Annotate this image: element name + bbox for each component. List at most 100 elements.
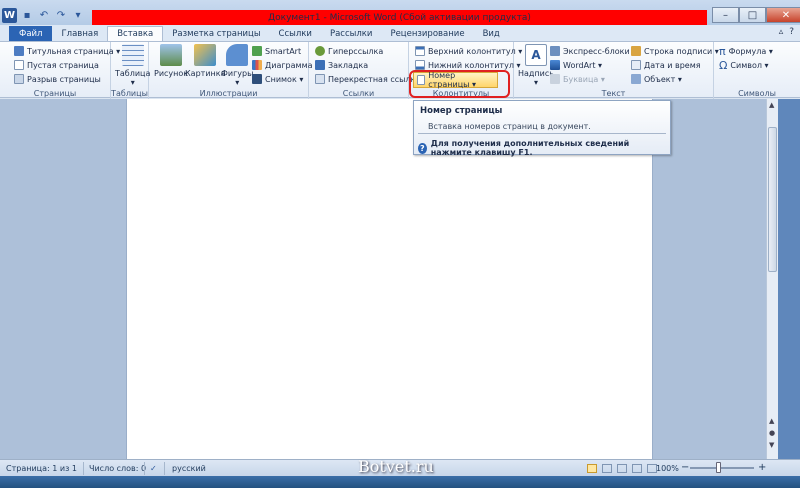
tab-file[interactable]: Файл bbox=[9, 26, 53, 41]
close-button[interactable]: ✕ bbox=[766, 7, 800, 23]
group-symbols-label: Символы bbox=[738, 89, 776, 98]
tab-references[interactable]: Ссылки bbox=[270, 26, 321, 41]
bookmark-button[interactable]: Закладка bbox=[315, 59, 368, 71]
dropcap-button[interactable]: Буквица ▾ bbox=[550, 73, 605, 85]
header-icon bbox=[415, 46, 425, 56]
equation-button[interactable]: π Формула ▾ bbox=[719, 44, 773, 58]
tab-page-layout[interactable]: Разметка страницы bbox=[163, 26, 269, 41]
table-button[interactable]: Таблица ▾ bbox=[115, 44, 150, 87]
picture-button[interactable]: Рисунок bbox=[154, 44, 188, 78]
signature-line-button[interactable]: Строка подписи ▾ bbox=[631, 45, 719, 57]
customize-qat-icon[interactable]: ▾ bbox=[71, 8, 85, 22]
tab-view[interactable]: Вид bbox=[474, 26, 509, 41]
title-bar: W ▪ ↶ ↷ ▾ Документ1 - Microsoft Word (Сб… bbox=[0, 0, 800, 25]
cover-page-button[interactable]: Титульная страница ▾ bbox=[14, 45, 120, 57]
clipart-button[interactable]: Картинка bbox=[185, 44, 225, 78]
textbox-button[interactable]: A Надпись ▾ bbox=[518, 44, 554, 87]
quick-parts-button[interactable]: Экспресс-блоки ▾ bbox=[550, 45, 636, 57]
scroll-thumb[interactable] bbox=[768, 127, 777, 272]
pi-icon: π bbox=[719, 44, 726, 58]
zoom-in-button[interactable]: + bbox=[758, 462, 766, 473]
group-text-label: Текст bbox=[601, 89, 626, 98]
quick-parts-icon bbox=[550, 46, 560, 56]
tab-review[interactable]: Рецензирование bbox=[381, 26, 473, 41]
object-icon bbox=[631, 74, 641, 84]
help-circle-icon: ? bbox=[418, 142, 427, 154]
ribbon-tabs: Файл Главная Вставка Разметка страницы С… bbox=[0, 25, 800, 41]
picture-icon bbox=[160, 44, 183, 66]
redo-icon[interactable]: ↷ bbox=[54, 8, 68, 22]
tooltip-help: ? Для получения дополнительных сведений н… bbox=[418, 139, 670, 157]
web-layout-icon[interactable] bbox=[617, 464, 627, 473]
bookmark-icon bbox=[315, 60, 325, 70]
blank-page-button[interactable]: Пустая страница bbox=[14, 59, 99, 71]
status-divider bbox=[83, 462, 84, 475]
scroll-down-icon[interactable]: ▼ bbox=[769, 441, 774, 449]
cross-reference-button[interactable]: Перекрестная ссылка bbox=[315, 73, 420, 85]
scroll-up-small-icon[interactable]: ▲ bbox=[769, 417, 774, 425]
save-icon[interactable]: ▪ bbox=[20, 8, 34, 22]
hyperlink-button[interactable]: Гиперссылка bbox=[315, 45, 383, 57]
window-title: Документ1 - Microsoft Word (Сбой активац… bbox=[92, 10, 707, 25]
word-logo-icon[interactable]: W bbox=[2, 7, 17, 23]
minimize-ribbon-icon[interactable]: ▵ bbox=[779, 27, 784, 37]
window-controls: – □ ✕ bbox=[712, 7, 800, 23]
zoom-out-button[interactable]: − bbox=[681, 462, 689, 473]
chart-button[interactable]: Диаграмма bbox=[252, 59, 313, 71]
full-screen-icon[interactable] bbox=[602, 464, 612, 473]
tooltip-description: Вставка номеров страниц в документ. bbox=[428, 122, 591, 131]
blank-page-icon bbox=[14, 60, 24, 70]
undo-icon[interactable]: ↶ bbox=[37, 8, 51, 22]
zoom-level[interactable]: 100% bbox=[656, 464, 679, 473]
group-pages: Титульная страница ▾ Пустая страница Раз… bbox=[0, 42, 120, 99]
taskbar bbox=[0, 476, 800, 488]
status-divider bbox=[144, 462, 145, 475]
outline-icon[interactable] bbox=[632, 464, 642, 473]
clipart-icon bbox=[194, 44, 217, 66]
spellcheck-icon[interactable]: ✓ bbox=[150, 464, 157, 473]
wordart-button[interactable]: WordArt ▾ bbox=[550, 59, 602, 71]
group-links-label: Ссылки bbox=[342, 89, 375, 98]
vertical-scrollbar[interactable]: ▲ ▲ ● ▼ bbox=[766, 99, 778, 459]
page-count[interactable]: Страница: 1 из 1 bbox=[6, 464, 77, 473]
screenshot-button[interactable]: Снимок ▾ bbox=[252, 73, 303, 85]
word-window: W ▪ ↶ ↷ ▾ Документ1 - Microsoft Word (Сб… bbox=[0, 0, 800, 488]
word-count[interactable]: Число слов: 0 bbox=[89, 464, 146, 473]
hyperlink-icon bbox=[315, 46, 325, 56]
quick-access-toolbar: W ▪ ↶ ↷ ▾ bbox=[2, 6, 85, 24]
page-break-button[interactable]: Разрыв страницы bbox=[14, 73, 101, 85]
watermark: Botvet.ru bbox=[358, 457, 434, 476]
print-layout-icon[interactable] bbox=[587, 464, 597, 473]
header-button[interactable]: Верхний колонтитул ▾ bbox=[415, 45, 522, 57]
date-time-button[interactable]: Дата и время bbox=[631, 59, 701, 71]
status-divider bbox=[164, 462, 165, 475]
cover-page-icon bbox=[14, 46, 24, 56]
group-tables: Таблица ▾ Таблицы bbox=[111, 42, 150, 99]
footer-icon bbox=[415, 60, 425, 70]
tab-mailings[interactable]: Рассылки bbox=[321, 26, 381, 41]
calendar-icon bbox=[631, 60, 641, 70]
group-links: Гиперссылка Закладка Перекрестная ссылка… bbox=[309, 42, 420, 99]
symbol-button[interactable]: Ω Символ ▾ bbox=[719, 59, 769, 72]
help-icon[interactable]: ? bbox=[789, 27, 794, 37]
group-text: A Надпись ▾ Экспресс-блоки ▾ WordArt ▾ Бук… bbox=[514, 42, 719, 99]
group-illustrations-label: Иллюстрации bbox=[199, 89, 258, 98]
maximize-button[interactable]: □ bbox=[739, 7, 766, 23]
group-tables-label: Таблицы bbox=[111, 89, 148, 98]
signature-line-icon bbox=[631, 46, 641, 56]
group-illustrations: Рисунок Картинка Фигуры ▾ SmartArt Диагра… bbox=[149, 42, 313, 99]
tab-home[interactable]: Главная bbox=[52, 26, 107, 41]
language[interactable]: русский bbox=[172, 464, 206, 473]
zoom-slider[interactable] bbox=[690, 467, 754, 469]
tab-insert[interactable]: Вставка bbox=[107, 26, 164, 41]
tooltip: Номер страницы Вставка номеров страниц в… bbox=[413, 100, 671, 157]
shapes-button[interactable]: Фигуры ▾ bbox=[221, 44, 253, 87]
group-symbols: π Формула ▾ Ω Символ ▾ Символы bbox=[714, 42, 800, 99]
minimize-button[interactable]: – bbox=[712, 7, 739, 23]
object-button[interactable]: Объект ▾ bbox=[631, 73, 682, 85]
browse-object-icon[interactable]: ● bbox=[769, 429, 775, 437]
page-break-icon bbox=[14, 74, 24, 84]
smartart-button[interactable]: SmartArt bbox=[252, 45, 301, 57]
scroll-up-icon[interactable]: ▲ bbox=[769, 101, 774, 109]
zoom-slider-thumb[interactable] bbox=[716, 462, 721, 473]
